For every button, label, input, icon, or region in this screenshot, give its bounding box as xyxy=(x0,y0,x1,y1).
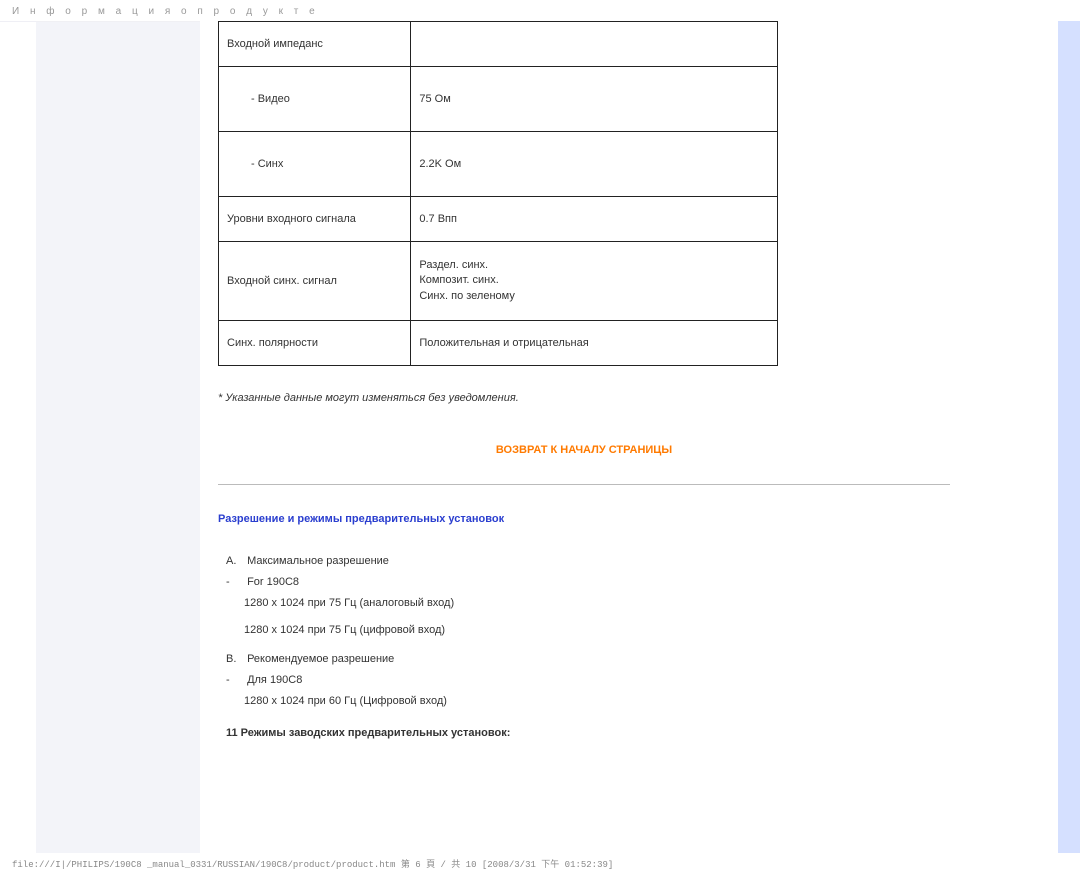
cell-label: Уровни входного сигнала xyxy=(219,197,411,242)
cell-value: 75 Ом xyxy=(411,67,778,132)
cell-label: - Видео xyxy=(219,67,411,132)
cell-value: 2.2K Ом xyxy=(411,132,778,197)
resolution-line: 1280 x 1024 при 75 Гц (цифровой вход) xyxy=(244,620,950,641)
table-row: Уровни входного сигнала 0.7 Впп xyxy=(219,197,778,242)
list-label: Для 190C8 xyxy=(247,674,302,686)
cell-value: Положительная и отрицательная xyxy=(411,321,778,366)
table-row: - Синх 2.2K Ом xyxy=(219,132,778,197)
footer-filepath: file:///I|/PHILIPS/190C8 _manual_0331/RU… xyxy=(0,853,1080,876)
left-gutter xyxy=(0,21,36,853)
list-label: Максимальное разрешение xyxy=(247,555,389,567)
cell-value xyxy=(411,22,778,67)
cell-label: - Синх xyxy=(219,132,411,197)
blank-area xyxy=(218,743,950,853)
list-tag: B. xyxy=(226,649,244,670)
factory-presets-title: 11 Режимы заводских предварительных уста… xyxy=(226,727,950,739)
resolution-block-a: A. Максимальное разрешение - For 190C8 1… xyxy=(226,551,950,641)
resolution-line: 1280 x 1024 при 75 Гц (аналоговый вход) xyxy=(244,593,950,614)
cell-label: Входной импеданс xyxy=(219,22,411,67)
list-tag: - xyxy=(226,572,244,593)
table-row: Входной импеданс xyxy=(219,22,778,67)
resolution-line: 1280 x 1024 при 60 Гц (Цифровой вход) xyxy=(244,691,950,712)
list-label: Рекомендуемое разрешение xyxy=(247,653,394,665)
list-label: For 190C8 xyxy=(247,576,299,588)
resolution-section-title: Разрешение и режимы предварительных уста… xyxy=(218,513,950,525)
sidebar-placeholder xyxy=(36,21,200,853)
table-row: Входной синх. сигнал Раздел. синх.Композ… xyxy=(219,242,778,321)
page-body: Входной импеданс - Видео 75 Ом - Синх 2.… xyxy=(0,21,1080,853)
cell-value: Раздел. синх.Композит. синх.Синх. по зел… xyxy=(411,242,778,321)
right-accent-strip xyxy=(1058,21,1080,853)
table-row: Синх. полярности Положительная и отрицат… xyxy=(219,321,778,366)
list-tag: A. xyxy=(226,551,244,572)
cell-label: Входной синх. сигнал xyxy=(219,242,411,321)
return-to-top-link[interactable]: ВОЗВРАТ К НАЧАЛУ СТРАНИЦЫ xyxy=(218,444,950,456)
page-header: И н ф о р м а ц и я о п р о д у к т е xyxy=(0,0,1080,21)
cell-value: 0.7 Впп xyxy=(411,197,778,242)
table-row: - Видео 75 Ом xyxy=(219,67,778,132)
list-tag: - xyxy=(226,670,244,691)
disclaimer-note: * Указанные данные могут изменяться без … xyxy=(218,392,950,404)
spec-table: Входной импеданс - Видео 75 Ом - Синх 2.… xyxy=(218,21,778,366)
resolution-block-b: B. Рекомендуемое разрешение - Для 190C8 … xyxy=(226,649,950,712)
content-area: Входной импеданс - Видео 75 Ом - Синх 2.… xyxy=(200,21,968,853)
divider xyxy=(218,484,950,485)
cell-label: Синх. полярности xyxy=(219,321,411,366)
